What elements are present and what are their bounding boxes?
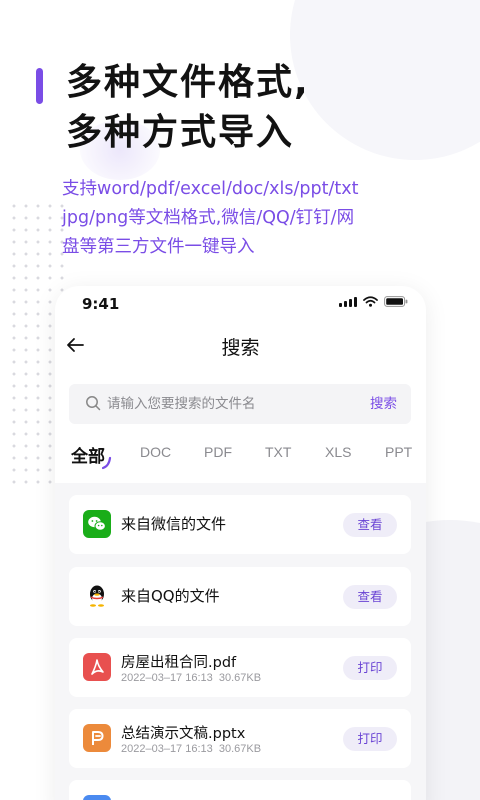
item-date: 2022–03–17 16:13: [121, 672, 213, 684]
description-line-1: 支持word/pdf/excel/doc/xls/ppt/txt: [62, 179, 359, 199]
pdf-file-icon: [83, 653, 111, 681]
item-title: 房屋出租合同.pdf: [121, 655, 237, 671]
headline-line-2: 多种方式导入: [66, 112, 295, 153]
phone-mockup: 9:41 搜索 请输入您要搜索的文件名 搜索 全部 DOC PDF TXT XL…: [55, 286, 426, 800]
headline-accent-bar: [36, 68, 43, 104]
list-item-qq-files[interactable]: 来自QQ的文件 查看: [69, 567, 411, 626]
item-title: 来自QQ的文件: [121, 587, 220, 605]
qq-icon: [83, 582, 111, 610]
status-time: 9:41: [82, 295, 120, 313]
status-icons: [339, 296, 408, 307]
print-button[interactable]: 打印: [343, 656, 397, 680]
search-icon: [86, 396, 101, 411]
list-item-partial[interactable]: [69, 780, 411, 800]
tab-all[interactable]: 全部: [71, 442, 105, 467]
tab-ppt[interactable]: PPT: [385, 444, 412, 460]
item-meta: 2022–03–17 16:13 30.67KB: [121, 672, 261, 684]
item-size: 30.67KB: [218, 672, 262, 684]
view-button[interactable]: 查看: [343, 585, 397, 609]
item-size: 30.67KB: [218, 743, 262, 755]
search-bar: 搜索: [69, 384, 411, 424]
wechat-icon: [83, 510, 111, 538]
tab-active-indicator: [102, 456, 112, 470]
page-title: 搜索: [221, 337, 260, 359]
tab-pdf[interactable]: PDF: [204, 444, 232, 460]
description-line-2: jpg/png等文档格式,微信/QQ/钉钉/网: [62, 208, 355, 228]
headline: 多种文件格式, 多种方式导入: [66, 58, 310, 158]
print-button[interactable]: 打印: [343, 727, 397, 751]
view-button[interactable]: 查看: [343, 513, 397, 537]
file-type-tabs: 全部 DOC PDF TXT XLS PPT: [69, 444, 426, 474]
tab-xls[interactable]: XLS: [325, 444, 351, 460]
battery-icon: [384, 296, 408, 307]
item-meta: 2022–03–17 16:13 30.67KB: [121, 743, 261, 755]
description-line-3: 盘等第三方文件一键导入: [62, 237, 255, 257]
doc-file-icon: [83, 795, 111, 800]
tab-doc[interactable]: DOC: [140, 444, 171, 460]
tab-txt[interactable]: TXT: [265, 444, 291, 460]
list-item-ppt-file[interactable]: 总结演示文稿.pptx 2022–03–17 16:13 30.67KB 打印: [69, 709, 411, 768]
list-item-wechat-files[interactable]: 来自微信的文件 查看: [69, 495, 411, 554]
item-title: 总结演示文稿.pptx: [121, 726, 246, 742]
item-title: 来自微信的文件: [121, 515, 227, 533]
description: 支持word/pdf/excel/doc/xls/ppt/txt jpg/png…: [62, 175, 402, 262]
wifi-icon: [363, 296, 378, 307]
promo-screen: 多种文件格式, 多种方式导入 支持word/pdf/excel/doc/xls/…: [0, 0, 480, 800]
list-item-pdf-file[interactable]: 房屋出租合同.pdf 2022–03–17 16:13 30.67KB 打印: [69, 638, 411, 697]
ppt-file-icon: [83, 724, 111, 752]
background-circle: [290, 0, 480, 160]
search-input[interactable]: [107, 384, 357, 424]
search-button[interactable]: 搜索: [370, 384, 397, 424]
headline-line-1: 多种文件格式,: [66, 62, 310, 103]
item-date: 2022–03–17 16:13: [121, 743, 213, 755]
signal-icon: [339, 296, 357, 307]
